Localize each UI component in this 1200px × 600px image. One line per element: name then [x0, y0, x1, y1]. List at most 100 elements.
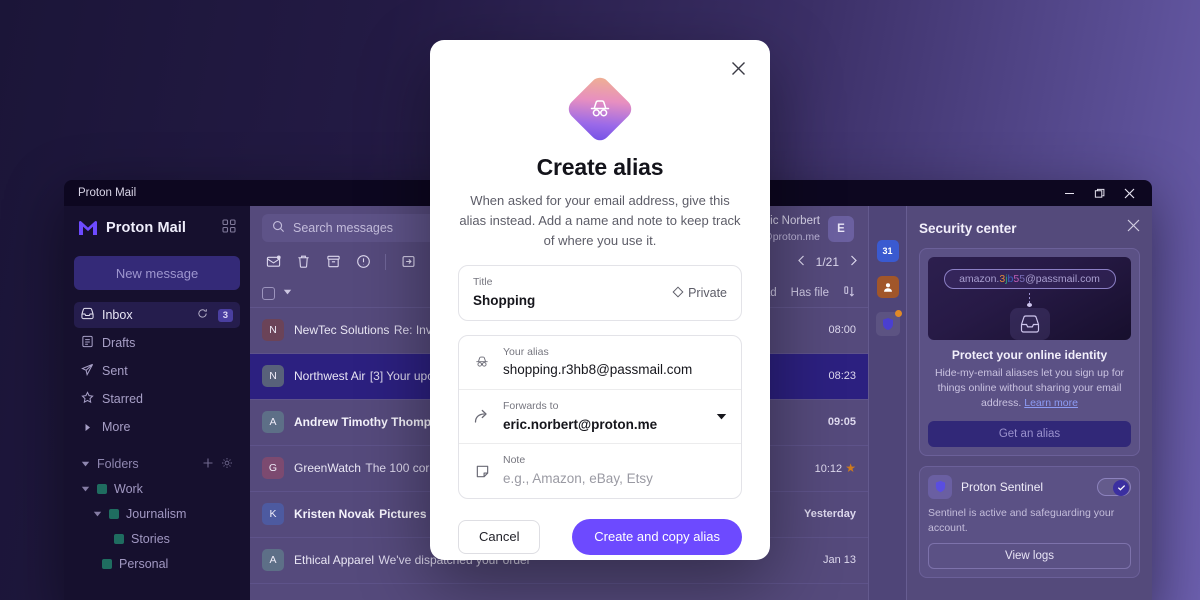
diamond-icon: [672, 286, 684, 301]
chevron-down-icon: [81, 482, 90, 496]
spam-icon[interactable]: [350, 250, 376, 274]
folder-journalism[interactable]: Journalism: [74, 501, 240, 526]
star-icon[interactable]: ★: [845, 461, 856, 475]
close-icon[interactable]: [1114, 180, 1144, 206]
title-field-value: Shopping: [473, 293, 536, 309]
row-avatar: A: [262, 549, 284, 572]
folder-settings-icon[interactable]: [221, 457, 233, 472]
folder-personal[interactable]: Personal: [74, 551, 240, 576]
maximize-icon[interactable]: [1084, 180, 1114, 206]
sent-icon: [81, 363, 94, 379]
modal-actions: Cancel Create and copy alias: [458, 518, 742, 555]
archive-icon[interactable]: [320, 250, 346, 274]
filter-has-file[interactable]: Has file: [791, 287, 829, 299]
folder-label: Work: [114, 481, 143, 496]
avatar[interactable]: E: [828, 215, 854, 242]
contacts-icon[interactable]: [876, 276, 899, 298]
promo-body: Hide-my-email aliases let you sign up fo…: [928, 366, 1131, 412]
search-icon: [272, 220, 285, 236]
refresh-icon[interactable]: [197, 308, 208, 322]
folder-label: Journalism: [126, 506, 187, 521]
calendar-icon[interactable]: 31: [876, 240, 899, 262]
chevron-down-icon: [93, 507, 102, 521]
close-icon[interactable]: [726, 56, 750, 80]
row-meta: 10:12 ★: [798, 461, 856, 475]
row-time: 10:12: [814, 463, 843, 476]
note-icon: [473, 464, 491, 479]
sidebar-item-sent[interactable]: Sent: [74, 358, 240, 384]
drafts-icon: [81, 335, 94, 351]
sidebar-item-label: Sent: [102, 364, 128, 378]
row-avatar: A: [262, 411, 284, 434]
view-logs-button[interactable]: View logs: [928, 543, 1131, 570]
add-folder-icon[interactable]: [202, 457, 214, 472]
sidebar-item-drafts[interactable]: Drafts: [74, 330, 240, 356]
alias-suffix: @passmail.com: [1025, 273, 1100, 286]
alias-field[interactable]: Your alias shopping.r3hb8@passmail.com: [459, 336, 741, 389]
chevron-down-icon[interactable]: [716, 408, 727, 426]
pager[interactable]: 1/21: [797, 255, 858, 269]
alias-field-label: Your alias: [503, 345, 549, 358]
alias-prefix: amazon.: [959, 273, 1000, 286]
shield-icon[interactable]: [875, 310, 902, 336]
privacy-badge-label: Private: [688, 286, 727, 301]
alias-fields-group: Your alias shopping.r3hb8@passmail.com F…: [458, 334, 742, 499]
sidebar-item-starred[interactable]: Starred: [74, 386, 240, 412]
minimize-icon[interactable]: [1054, 180, 1084, 206]
forwards-field[interactable]: Forwards to eric.norbert@proton.me: [459, 389, 741, 443]
row-avatar: N: [262, 319, 284, 342]
shield-icon: [928, 474, 952, 499]
move-to-icon[interactable]: [395, 250, 421, 274]
folder-work[interactable]: Work: [74, 476, 240, 501]
mark-unread-icon[interactable]: [260, 250, 286, 274]
folder-label: Personal: [119, 556, 169, 571]
incognito-icon: [473, 355, 491, 369]
row-sender: Ethical Apparel: [294, 553, 375, 568]
create-alias-modal: Create alias When asked for your email a…: [430, 40, 770, 560]
alias-hero-illustration: amazon. 3 j b 5 5 @passmail.com: [928, 257, 1131, 340]
select-all-checkbox[interactable]: [262, 286, 275, 300]
next-page-icon[interactable]: [849, 255, 858, 269]
sidebar-item-label: Inbox: [102, 308, 133, 322]
title-field[interactable]: Title Shopping Private: [459, 266, 741, 319]
note-field-body: Note e.g., Amazon, eBay, Etsy: [503, 453, 727, 488]
sidebar-item-more[interactable]: More: [74, 414, 240, 440]
cancel-button[interactable]: Cancel: [458, 519, 541, 554]
forward-arrow-icon: [473, 409, 491, 424]
page-indicator: 1/21: [815, 254, 839, 269]
select-dropdown-icon[interactable]: [283, 287, 292, 299]
sort-icon[interactable]: [843, 285, 856, 301]
get-an-alias-button[interactable]: Get an alias: [928, 420, 1131, 447]
modal-subtitle: When asked for your email address, give …: [459, 193, 741, 249]
security-center-panel: Security center amazon. 3 j b 5 5 @passmail.co…: [906, 206, 1152, 600]
forwards-field-label: Forwards to: [503, 400, 559, 413]
privacy-badge[interactable]: Private: [672, 286, 727, 301]
folder-stories[interactable]: Stories: [74, 526, 240, 551]
proton-mail-logo-icon: [78, 220, 98, 236]
row-time: 08:23: [828, 370, 856, 383]
learn-more-link[interactable]: Learn more: [1024, 397, 1078, 409]
brand: Proton Mail: [74, 206, 240, 250]
folders-section-header[interactable]: Folders: [74, 452, 240, 476]
connector-dot: [1027, 303, 1032, 308]
row-time: Yesterday: [804, 508, 856, 521]
folders-label: Folders: [97, 457, 139, 471]
prev-page-icon[interactable]: [797, 255, 806, 269]
chevron-right-icon: [81, 423, 94, 432]
row-sender: GreenWatch: [294, 461, 361, 476]
create-and-copy-alias-button[interactable]: Create and copy alias: [572, 518, 742, 555]
incognito-alias-icon: [564, 73, 636, 145]
sentinel-toggle[interactable]: [1097, 477, 1131, 496]
modal-title: Create alias: [536, 154, 664, 180]
chevron-down-icon: [81, 457, 90, 471]
alias-promo-card: amazon. 3 j b 5 5 @passmail.com Protect your o…: [919, 248, 1140, 456]
sidebar-item-inbox[interactable]: Inbox 3: [74, 302, 240, 328]
new-message-button[interactable]: New message: [74, 256, 240, 290]
delete-icon[interactable]: [290, 250, 316, 274]
alias-field-body: Your alias shopping.r3hb8@passmail.com: [503, 345, 727, 380]
close-icon[interactable]: [1127, 219, 1140, 237]
app-switcher-icon[interactable]: [222, 218, 236, 238]
notification-badge: [894, 310, 902, 317]
sidebar: Proton Mail New message Inbox 3 Drafts S…: [64, 206, 250, 600]
note-field[interactable]: Note e.g., Amazon, eBay, Etsy: [459, 443, 741, 497]
